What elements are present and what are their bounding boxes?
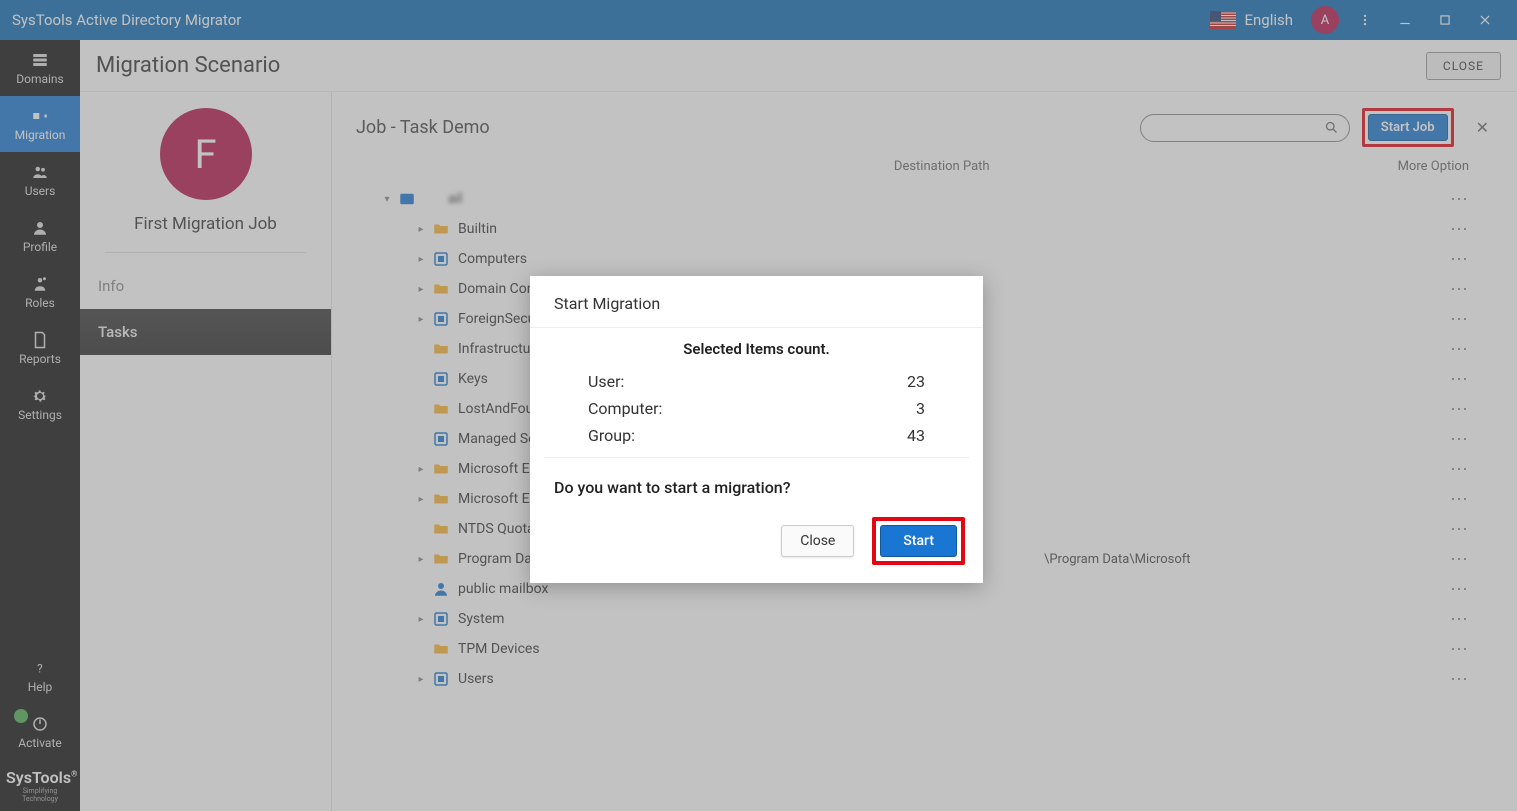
modal-start-button[interactable]: Start [880,525,957,557]
modal-close-button[interactable]: Close [781,525,854,557]
start-button-highlight: Start [872,517,965,565]
modal-title: Start Migration [530,276,983,328]
count-row-group: Group:43 [588,422,925,449]
modal-subtitle: Selected Items count. [530,328,983,368]
count-row-user: User:23 [588,368,925,395]
count-row-computer: Computer:3 [588,395,925,422]
modal-counts: User:23 Computer:3 Group:43 [544,368,969,458]
start-migration-modal: Start Migration Selected Items count. Us… [530,276,983,583]
modal-confirm-text: Do you want to start a migration? [530,458,983,505]
